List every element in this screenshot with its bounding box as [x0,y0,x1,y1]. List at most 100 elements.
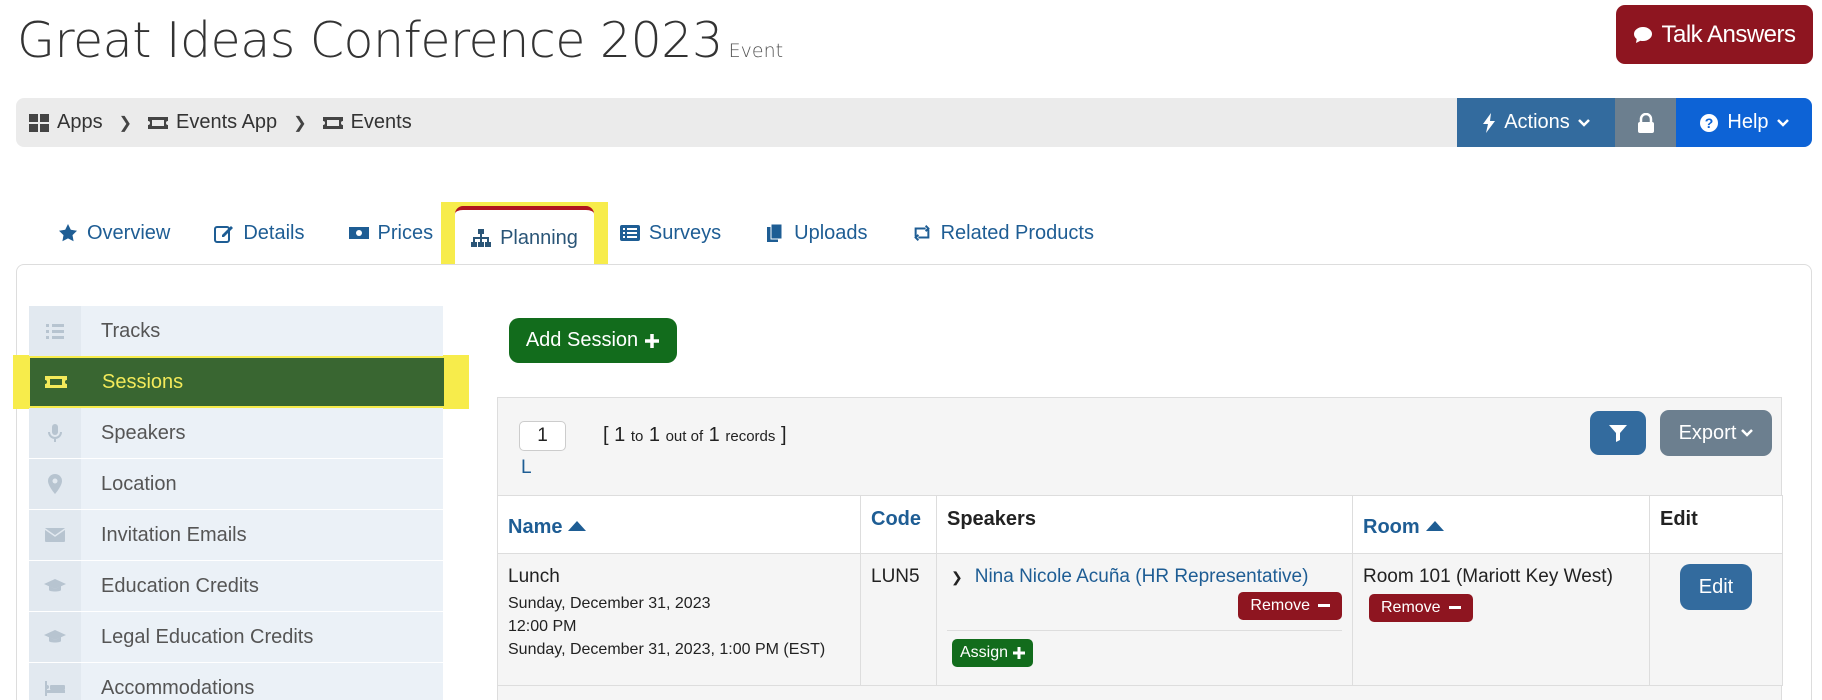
breadcrumb: Apps ❯ Events App ❯ Events [29,98,412,147]
room-name: Room 101 (Mariott Key West) [1363,566,1613,587]
actions-label: Actions [1504,111,1570,133]
ticket-icon [322,116,343,129]
tab-label: Uploads [794,221,868,244]
sidebar-item-label: Location [101,472,177,495]
plus-icon [645,333,660,348]
sidebar-item-tracks[interactable]: Tracks [29,306,443,356]
minus-icon [1318,604,1330,607]
edit-icon [214,226,234,243]
tab-surveys[interactable]: Surveys [608,202,743,264]
map-marker-icon [48,474,62,494]
retweet-icon [913,225,930,241]
lock-button[interactable] [1615,98,1676,147]
tab-planning[interactable]: Planning [441,202,608,266]
sessions-table: Name Code Speakers Room Edit Lunch Sunda… [497,495,1783,686]
remove-speaker-button[interactable]: Remove [1238,592,1342,620]
breadcrumb-events[interactable]: Events [322,111,412,134]
sidebar-item-label: Legal Education Credits [101,625,314,648]
tab-prices[interactable]: Prices [327,202,442,264]
sidebar-item-invitation-emails[interactable]: Invitation Emails [29,510,443,560]
tab-label: Surveys [648,221,722,244]
actions-button[interactable]: Actions [1457,98,1615,147]
tab-label: Details [243,221,305,244]
speaker-link[interactable]: Nina Nicole Acuña (HR Representative) [975,566,1309,588]
column-room-label: Room [1363,516,1420,538]
sidebar-item-speakers[interactable]: Speakers [29,408,443,458]
cell-code: LUN5 [860,553,937,686]
chevron-right-icon: ❯ [118,114,132,132]
breadcrumb-label: Events App [176,111,278,133]
tab-uploads[interactable]: Uploads [743,202,889,264]
session-name: Lunch [508,566,560,587]
graduation-cap-icon [44,579,66,592]
assign-speaker-button[interactable]: Assign [952,639,1034,667]
event-title: Great Ideas Conference 2023 [17,12,723,69]
column-speakers-label: Speakers [947,508,1036,530]
tab-label: Prices [377,221,434,244]
talk-answers-label: Talk Answers [1661,20,1796,48]
sidebar-item-sessions[interactable]: Sessions [30,358,444,406]
ticket-icon [45,376,67,388]
column-edit-header: Edit [1649,495,1783,554]
table-header-row: Name Code Speakers Room Edit [497,495,1783,554]
remove-label: Remove [1381,599,1441,616]
sidebar-item-education-credits[interactable]: Education Credits [29,561,443,611]
tab-related-products[interactable]: Related Products [890,202,1116,264]
breadcrumb-label: Events [350,111,412,133]
records-total: 1 [708,424,720,446]
filter-icon [1609,425,1627,442]
column-speakers-header: Speakers [936,495,1353,554]
question-circle-icon: ? [1700,113,1719,132]
chevron-right-icon: ❯ [293,114,307,132]
column-code-header[interactable]: Code [860,495,937,554]
page-link[interactable]: L [521,457,532,479]
column-code-label: Code [871,508,921,530]
column-name-label: Name [508,516,563,538]
add-session-button[interactable]: Add Session [509,318,677,363]
sidebar-item-legal-education-credits[interactable]: Legal Education Credits [29,612,443,662]
sidebar-item-label: Accommodations [101,676,255,699]
records-from: 1 [614,424,626,446]
sort-up-icon [1425,521,1444,531]
sidebar-item-label: Tracks [101,319,161,342]
minus-icon [1448,606,1461,609]
breadcrumb-events-app[interactable]: Events App [148,111,277,134]
chevron-right-icon[interactable]: ❯ [951,569,963,586]
tab-overview[interactable]: Overview [36,202,192,264]
tab-label: Related Products [940,221,1094,244]
list-icon [46,324,64,339]
sidebar-item-accommodations[interactable]: Accommodations [29,663,443,700]
bed-icon [45,681,65,696]
sidebar-item-label: Sessions [102,370,184,393]
remove-room-button[interactable]: Remove [1369,594,1473,622]
sidebar-item-location[interactable]: Location [29,459,443,509]
cell-name: Lunch Sunday, December 31, 2023 12:00 PM… [497,553,861,686]
plus-icon [1013,647,1026,659]
tab-details[interactable]: Details [192,202,326,264]
files-icon [767,223,783,242]
records-word: records [725,428,776,445]
column-edit-label: Edit [1660,508,1698,530]
column-name-header[interactable]: Name [497,495,861,554]
graduation-cap-icon [44,630,66,643]
records-out-of: out of [665,428,704,445]
tab-label: Overview [87,221,171,244]
page-subtitle: Event [728,40,784,62]
talk-answers-button[interactable]: Talk Answers [1616,5,1813,64]
sidebar-item-label: Invitation Emails [101,523,247,546]
records-open: [ [603,424,609,446]
session-code: LUN5 [871,566,920,587]
assign-label: Assign [960,644,1009,661]
tab-bar: Overview Details Prices Planning Surveys… [36,202,1116,266]
help-button[interactable]: ? Help [1676,98,1812,147]
chevron-down-icon [1776,118,1789,127]
filter-button[interactable] [1590,411,1646,455]
lock-icon [1637,112,1654,133]
chevron-down-icon [1741,429,1754,437]
edit-button[interactable]: Edit [1680,564,1752,610]
export-button[interactable]: Export [1660,410,1772,456]
column-room-header[interactable]: Room [1352,495,1650,554]
cell-edit: Edit [1649,553,1783,686]
page-size-input[interactable]: 1 [519,421,566,451]
breadcrumb-apps[interactable]: Apps [29,111,103,134]
